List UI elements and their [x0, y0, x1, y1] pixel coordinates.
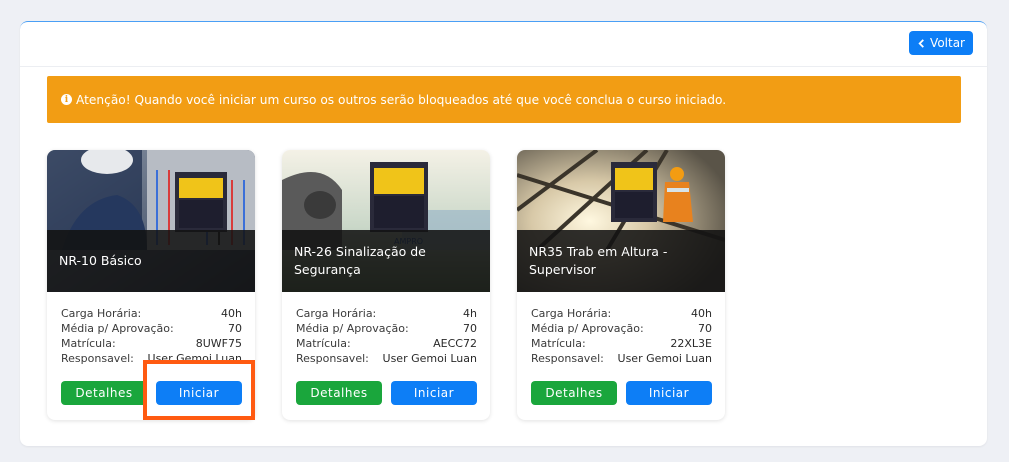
courses-panel: Voltar i Atenção! Quando você iniciar um…	[20, 21, 987, 446]
course-title: NR-10 Básico	[47, 230, 255, 292]
responsavel-label: Responsavel:	[296, 352, 369, 365]
media-value: 70	[698, 322, 712, 335]
course-info: Carga Horária: 4h Média p/ Aprovação: 70 M…	[296, 306, 477, 366]
matricula-label: Matrícula:	[296, 337, 351, 350]
chevron-left-icon	[918, 38, 924, 48]
course-card: NR35 Trab em Altura - Supervisor Carga H…	[517, 150, 725, 420]
media-value: 70	[463, 322, 477, 335]
course-image: AMPRO NR-26 Sinalização de Segurança	[282, 150, 490, 292]
course-title: NR35 Trab em Altura - Supervisor	[517, 230, 725, 292]
matricula-label: Matrícula:	[61, 337, 116, 350]
carga-value: 4h	[463, 307, 477, 320]
course-image: NR-10 Básico	[47, 150, 255, 292]
matricula-label: Matrícula:	[531, 337, 586, 350]
media-value: 70	[228, 322, 242, 335]
matricula-value: AECC72	[433, 337, 477, 350]
matricula-value: 8UWF75	[195, 337, 242, 350]
responsavel-value: User Gemoi Luan	[147, 352, 242, 365]
start-button[interactable]: Iniciar	[626, 381, 712, 405]
course-actions: Detalhes Iniciar	[531, 381, 712, 406]
course-info: Carga Horária: 40h Média p/ Aprovação: 70 …	[61, 306, 242, 366]
warning-alert: i Atenção! Quando você iniciar um curso …	[47, 76, 961, 123]
panel-header: Voltar	[20, 22, 987, 67]
responsavel-value: User Gemoi Luan	[382, 352, 477, 365]
course-title: NR-26 Sinalização de Segurança	[282, 230, 490, 292]
media-label: Média p/ Aprovação:	[296, 322, 409, 335]
back-button[interactable]: Voltar	[909, 31, 973, 55]
carga-label: Carga Horária:	[531, 307, 612, 320]
details-button[interactable]: Detalhes	[531, 381, 617, 405]
media-label: Média p/ Aprovação:	[61, 322, 174, 335]
course-card: NR-10 Básico Carga Horária: 40h Média p/ …	[47, 150, 255, 420]
course-actions: Detalhes Iniciar	[296, 381, 477, 406]
start-button[interactable]: Iniciar	[391, 381, 477, 405]
carga-value: 40h	[221, 307, 242, 320]
carga-label: Carga Horária:	[296, 307, 377, 320]
course-actions: Detalhes Iniciar	[61, 381, 242, 406]
alert-message: Atenção! Quando você iniciar um curso os…	[76, 92, 727, 107]
back-button-label: Voltar	[930, 36, 965, 50]
course-card: AMPRO NR-26 Sinalização de Segurança Car…	[282, 150, 490, 420]
carga-label: Carga Horária:	[61, 307, 142, 320]
media-label: Média p/ Aprovação:	[531, 322, 644, 335]
course-image: NR35 Trab em Altura - Supervisor	[517, 150, 725, 292]
details-button[interactable]: Detalhes	[296, 381, 382, 405]
responsavel-value: User Gemoi Luan	[617, 352, 712, 365]
details-button[interactable]: Detalhes	[61, 381, 147, 405]
matricula-value: 22XL3E	[670, 337, 712, 350]
responsavel-label: Responsavel:	[531, 352, 604, 365]
responsavel-label: Responsavel:	[61, 352, 134, 365]
info-icon: i	[61, 94, 72, 105]
course-info: Carga Horária: 40h Média p/ Aprovação: 70 …	[531, 306, 712, 366]
start-button[interactable]: Iniciar	[156, 381, 242, 405]
carga-value: 40h	[691, 307, 712, 320]
